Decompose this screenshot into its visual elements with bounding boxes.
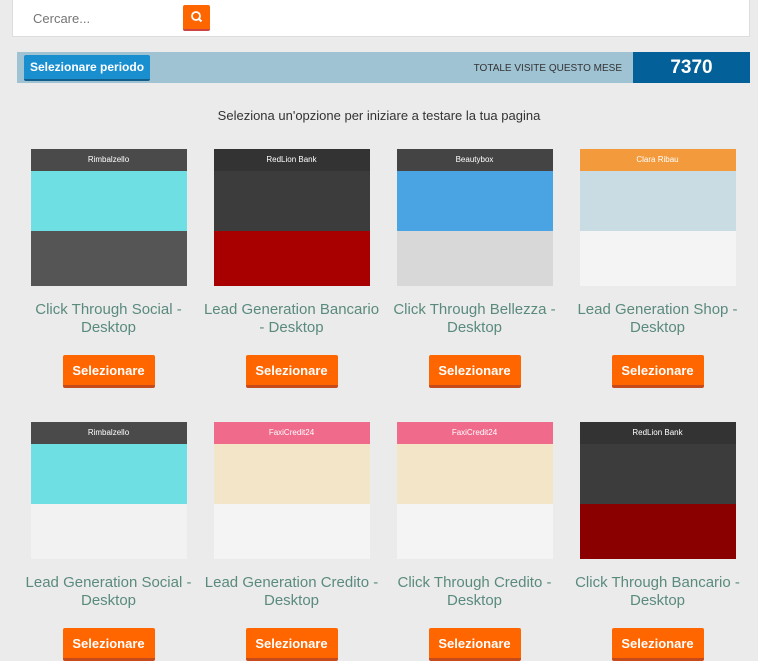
preview-body [30, 504, 187, 559]
template-title: Lead Generation Bancario - Desktop [203, 301, 380, 336]
select-period-button[interactable]: Selezionare periodo [24, 55, 151, 81]
search-button[interactable] [183, 5, 210, 31]
preview-hero [396, 444, 553, 504]
select-template-button[interactable]: Selezionare [611, 628, 704, 661]
preview-body [579, 231, 736, 286]
template-title: Lead Generation Shop - Desktop [577, 301, 738, 336]
search-bar [12, 0, 750, 37]
template-title: Click Through Credito - Desktop [397, 574, 552, 609]
template-preview[interactable]: Rimbalzello [30, 422, 187, 559]
template-preview[interactable]: Rimbalzello [30, 149, 187, 286]
intro-text: Seleziona un'opzione per iniziare a test… [217, 108, 541, 123]
select-template-button[interactable]: Selezionare [428, 355, 521, 388]
template-preview[interactable]: RedLion Bank [213, 149, 370, 286]
select-template-button[interactable]: Selezionare [245, 355, 338, 388]
template-title: Click Through Bancario - Desktop [575, 574, 740, 609]
preview-header: RedLion Bank [579, 422, 736, 444]
preview-logo: Beautybox [455, 155, 494, 164]
preview-hero [579, 171, 736, 231]
search-icon [191, 11, 203, 23]
preview-body [213, 504, 370, 559]
template-preview[interactable]: RedLion Bank [579, 422, 736, 559]
preview-hero [396, 171, 553, 231]
preview-header: FaxiCredit24 [213, 422, 370, 444]
preview-body [213, 231, 370, 286]
preview-header: RedLion Bank [213, 149, 370, 171]
template-card: RedLion Bank Lead Generation Bancario - … [200, 149, 383, 388]
template-card: Rimbalzello Lead Generation Social - Des… [17, 422, 200, 661]
preview-logo: Rimbalzello [87, 428, 130, 437]
preview-header: FaxiCredit24 [396, 422, 553, 444]
preview-body [396, 231, 553, 286]
template-card: Clara Ribau Lead Generation Shop - Deskt… [566, 149, 749, 388]
template-preview[interactable]: Clara Ribau [579, 149, 736, 286]
preview-logo: RedLion Bank [632, 428, 683, 437]
visits-label: TOTALE VISITE QUESTO MESE [473, 63, 622, 74]
template-title: Lead Generation Credito - Desktop [204, 574, 379, 609]
preview-header: Rimbalzello [30, 149, 187, 171]
select-template-button[interactable]: Selezionare [245, 628, 338, 661]
preview-header: Clara Ribau [579, 149, 736, 171]
preview-body [579, 504, 736, 559]
preview-logo: Clara Ribau [636, 155, 679, 164]
template-preview[interactable]: Beautybox [396, 149, 553, 286]
preview-hero [579, 444, 736, 504]
preview-logo: RedLion Bank [266, 155, 317, 164]
template-card: Rimbalzello Click Through Social - Deskt… [17, 149, 200, 388]
preview-hero [30, 171, 187, 231]
select-template-button[interactable]: Selezionare [62, 355, 155, 388]
template-title: Lead Generation Social - Desktop [25, 574, 192, 609]
preview-logo: FaxiCredit24 [451, 428, 498, 437]
preview-header: Beautybox [396, 149, 553, 171]
select-template-button[interactable]: Selezionare [428, 628, 521, 661]
preview-body [30, 231, 187, 286]
visits-count: 7370 [633, 52, 750, 83]
preview-header: Rimbalzello [30, 422, 187, 444]
template-preview[interactable]: FaxiCredit24 [213, 422, 370, 559]
preview-hero [30, 444, 187, 504]
preview-logo: Rimbalzello [87, 155, 130, 164]
select-template-button[interactable]: Selezionare [62, 628, 155, 661]
preview-body [396, 504, 553, 559]
template-card: RedLion Bank Click Through Bancario - De… [566, 422, 749, 661]
template-title: Click Through Social - Desktop [35, 301, 182, 336]
preview-hero [213, 444, 370, 504]
stats-bar: Selezionare periodo TOTALE VISITE QUESTO… [17, 52, 750, 83]
search-input[interactable] [33, 11, 163, 26]
preview-logo: FaxiCredit24 [268, 428, 315, 437]
select-template-button[interactable]: Selezionare [611, 355, 704, 388]
template-preview[interactable]: FaxiCredit24 [396, 422, 553, 559]
template-title: Click Through Bellezza - Desktop [393, 301, 556, 336]
template-card: Beautybox Click Through Bellezza - Deskt… [383, 149, 566, 388]
preview-hero [213, 171, 370, 231]
template-card: FaxiCredit24 Click Through Credito - Des… [383, 422, 566, 661]
template-card: FaxiCredit24 Lead Generation Credito - D… [200, 422, 383, 661]
